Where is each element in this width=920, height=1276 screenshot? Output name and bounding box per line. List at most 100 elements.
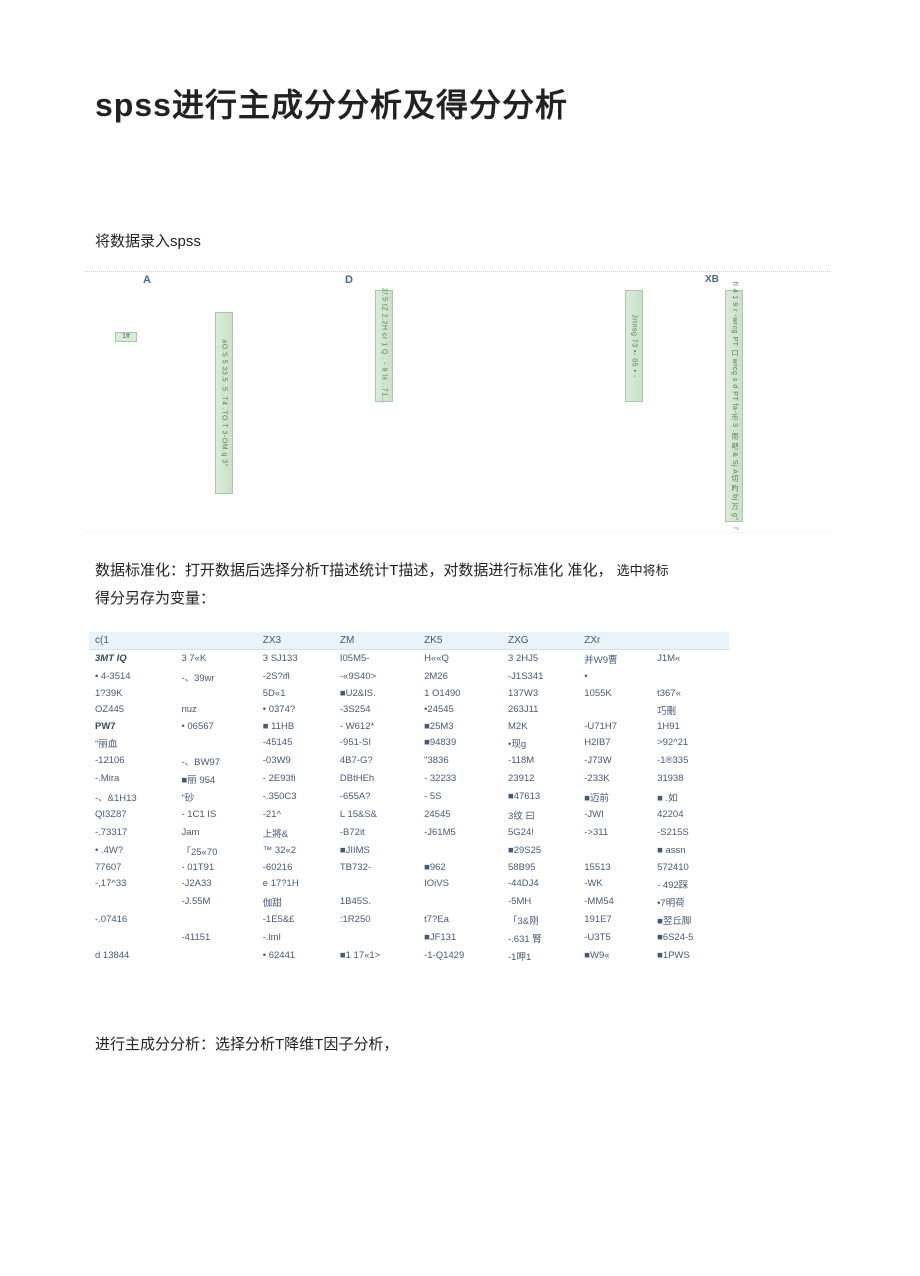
table-cell: "丽血 [89,734,175,752]
table-cell: 137W3 [502,686,578,701]
table-cell: -S215S [651,824,729,842]
table-cell: ■1PWS [651,947,729,965]
table-cell: ■丽 954 [175,770,256,788]
table-row: 3MT IQ3 7«K3 SJ133I05M5-H««Q3 2HJ5并W9曹J1… [89,649,729,668]
table-cell: nuz [175,701,256,719]
table-cell: :1R250 [334,911,418,929]
table-cell: 23912 [502,770,578,788]
table-cell: 42204 [651,806,729,824]
step2-suffix: 选中将标 [617,559,669,584]
table-cell [651,668,729,686]
th: ZM [334,632,418,650]
table-cell: -44DJ4 [502,875,578,893]
th: ZX3 [257,632,334,650]
col-header-xb: XB [705,274,719,285]
table-cell: -118M [502,752,578,770]
table-cell: • 0374? [257,701,334,719]
data-col-2-text: 2/.5 tZ 2.2H cr 1 Q . - 9 ls ..71… [381,287,388,403]
table-cell [175,947,256,965]
th [175,632,256,650]
table-cell: -、39wr [175,668,256,686]
table-cell: ■6S24-5 [651,929,729,947]
table-cell: 1?39K [89,686,175,701]
table-cell: M2K [502,719,578,734]
table-cell: -JWI [578,806,651,824]
table-cell: - W612* [334,719,418,734]
table-cell: • 4-3514 [89,668,175,686]
table-cell: -1呷1 [502,947,578,965]
table-cell: ■U2&IS. [334,686,418,701]
table-row: -.73317Jam上將&-B72it-J61M55G24!->311-S215… [89,824,729,842]
table-cell: 3 2HJ5 [502,649,578,668]
table-cell: ■JIIMS [334,842,418,860]
table-cell: 巧刪 [651,701,729,719]
table-cell: -12106 [89,752,175,770]
table-cell: ■ 11HB [257,719,334,734]
table-cell: -J1S341 [502,668,578,686]
table-cell: ■ .如 [651,788,729,806]
table-cell: ■翌丘脚 [651,911,729,929]
zscore-table: c(1 ZX3 ZM ZK5 ZXG ZXr 3MT IQ3 7«K3 SJ13… [89,632,729,965]
table-cell: 3 7«K [175,649,256,668]
table-cell: 15513 [578,860,651,875]
table-cell: -J61M5 [418,824,502,842]
table-cell: ■29S25 [502,842,578,860]
table-cell [175,734,256,752]
table-row: 1?39K5D«1■U2&IS.1 O1490137W31055Kt367« [89,686,729,701]
table-cell: -1-Q1429 [418,947,502,965]
table-cell: -951-SI [334,734,418,752]
table-cell: -.73317 [89,824,175,842]
table-cell: -21^ [257,806,334,824]
table-cell: -B72it [334,824,418,842]
table-cell: - 1C1 IS [175,806,256,824]
table-cell: -.07416 [89,911,175,929]
table-cell: TB732- [334,860,418,875]
step2-line2: 得分另存为变量： [95,585,215,614]
table-cell [175,686,256,701]
table-cell: ■962 [418,860,502,875]
table-cell: 24545 [418,806,502,824]
table-cell: e 17?1H [257,875,334,893]
table-cell: -J2A33 [175,875,256,893]
table-cell: -J73W [578,752,651,770]
table-cell [578,842,651,860]
step1-text: 将数据录入spss [95,228,830,257]
table-cell: -J.55M [175,893,256,911]
table-cell: ->311 [578,824,651,842]
table-row: -,17^33-J2A33e 17?1HIOiVS-44DJ4-WK- 492踩 [89,875,729,893]
table-cell: 77607 [89,860,175,875]
table-cell: 「3&刚 [502,911,578,929]
table-cell: 5D«1 [257,686,334,701]
table-cell: ■迈前 [578,788,651,806]
table-row: PW7• 06567■ 11HB- W612*■25M3M2K-U71H71H9… [89,719,729,734]
table-cell: ■94839 [418,734,502,752]
table-cell: d 13844 [89,947,175,965]
step3-text: 进行主成分分析：选择分析T降维T因子分析， [95,1031,830,1060]
table-row: OZ445nuz• 0374?-3S254•24545263J11巧刪 [89,701,729,719]
table-row: -J.55M伽甜1B45S.-5MH-MM54•7明荷 [89,893,729,911]
table-cell: • [578,668,651,686]
table-row: -.Mira■丽 954- 2E93fiDBtHEh- 3223323912-2… [89,770,729,788]
table-cell [418,842,502,860]
table-row: d 13844• 62441■1 17«1>-1-Q1429-1呷1■W9«■1… [89,947,729,965]
table-row: • .4W?「25«70™ 32«2■JIIMS■29S25■ assn [89,842,729,860]
table-cell: ■JF131 [418,929,502,947]
table-row: -.07416-1E5&£:1R250t7?Ea「3&刚191E7■翌丘脚 [89,911,729,929]
table-cell: •现g [502,734,578,752]
table-cell: ■ assn [651,842,729,860]
table-cell: >92^21 [651,734,729,752]
table-cell: Jam [175,824,256,842]
table-cell: -41151 [175,929,256,947]
table-cell: 3 SJ133 [257,649,334,668]
table-cell: DBtHEh [334,770,418,788]
data-col-4: fl 4 1 9 r -wrcg PT 口 wrcg s d PT fa-币 3… [725,290,743,522]
table-cell: -、&1H13 [89,788,175,806]
table-cell: - 5S [418,788,502,806]
table-cell: 上將& [257,824,334,842]
data-col-4-text: fl 4 1 9 r -wrcg PT 口 wrcg s d PT fa-币 3… [729,281,739,530]
table-cell: 1 O1490 [418,686,502,701]
table-cell: "3836 [418,752,502,770]
table-cell: 1055K [578,686,651,701]
table-cell: -5MH [502,893,578,911]
table-header-row: c(1 ZX3 ZM ZK5 ZXG ZXr [89,632,729,650]
